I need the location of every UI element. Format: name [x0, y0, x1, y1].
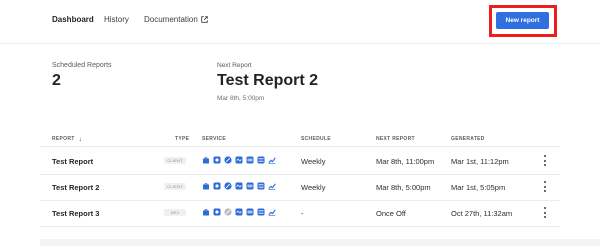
table-row[interactable]: Test Report 3 DEV - Once Off Oct 27th, 11:32…: [40, 200, 560, 226]
report-name[interactable]: Test Report 2: [52, 183, 99, 192]
column-header-schedule: SCHEDULE: [301, 136, 331, 142]
stripe-icon: [246, 156, 254, 164]
next-report-cell: Once Off: [376, 209, 406, 218]
table-row[interactable]: Test Report 2 CLIENT Weekly Mar 8th, 5:00pm…: [40, 174, 560, 200]
column-header-report[interactable]: REPORT ↓: [52, 136, 82, 143]
next-report-label: Next Report: [217, 62, 252, 69]
bars-icon: [257, 182, 265, 190]
report-name[interactable]: Test Report 3: [52, 209, 99, 218]
external-link-icon: [201, 16, 208, 23]
meta-icon: [235, 182, 243, 190]
next-report-date: Mar 8th, 5:00pm: [217, 95, 265, 102]
schedule-cell: Weekly: [301, 157, 326, 166]
row-divider: [40, 226, 560, 227]
type-badge: CLIENT: [164, 157, 186, 164]
type-badge: CLIENT: [164, 183, 186, 190]
shopify-icon: [202, 156, 210, 164]
shopify-icon: [202, 208, 210, 216]
nav-documentation[interactable]: Documentation: [144, 15, 208, 24]
table-row[interactable]: Test Report CLIENT Weekly Mar 8th, 11:00pm M…: [40, 148, 560, 174]
mailchimp-icon: [213, 208, 221, 216]
meta-icon: [235, 156, 243, 164]
trend-icon: [268, 156, 276, 164]
bars-icon: [257, 208, 265, 216]
header-divider: [40, 146, 560, 147]
row-menu-icon[interactable]: [542, 206, 548, 219]
shopify-icon: [202, 182, 210, 190]
blue-circle-icon: [224, 156, 232, 164]
column-header-report-label: REPORT: [52, 136, 75, 142]
service-icons: [202, 208, 276, 217]
next-report-cell: Mar 8th, 11:00pm: [376, 157, 435, 166]
top-nav: Dashboard History Documentation New repo…: [0, 0, 600, 44]
column-header-type: TYPE: [175, 136, 190, 142]
mailchimp-icon: [213, 182, 221, 190]
sort-down-icon: ↓: [78, 136, 82, 143]
service-icons: [202, 156, 276, 165]
schedule-cell: -: [301, 209, 304, 218]
nav-documentation-label: Documentation: [144, 15, 198, 24]
nav-history[interactable]: History: [104, 15, 129, 24]
scheduled-reports-count: 2: [52, 72, 61, 89]
next-report-title[interactable]: Test Report 2: [217, 72, 318, 90]
blue-circle-icon: [224, 182, 232, 190]
stripe-icon: [246, 208, 254, 216]
trend-icon: [268, 182, 276, 190]
next-report-cell: Mar 8th, 5:00pm: [376, 183, 431, 192]
mailchimp-icon: [213, 156, 221, 164]
nav-dashboard[interactable]: Dashboard: [52, 15, 94, 24]
generated-cell: Mar 1st, 11:12pm: [451, 157, 509, 166]
trend-icon: [268, 208, 276, 216]
meta-icon: [235, 208, 243, 216]
footer-bar: [40, 239, 600, 246]
row-menu-icon[interactable]: [542, 154, 548, 167]
scheduled-reports-label: Scheduled Reports: [52, 62, 112, 69]
new-report-button[interactable]: New report: [496, 12, 549, 29]
type-badge: DEV: [164, 209, 186, 216]
report-name[interactable]: Test Report: [52, 157, 93, 166]
service-icons: [202, 182, 276, 191]
generated-cell: Mar 1st, 5:05pm: [451, 183, 506, 192]
column-header-service: SERVICE: [202, 136, 226, 142]
stripe-icon: [246, 182, 254, 190]
generated-cell: Oct 27th, 11:32am: [451, 209, 513, 218]
row-menu-icon[interactable]: [542, 180, 548, 193]
column-header-next-report: NEXT REPORT: [376, 136, 415, 142]
bars-icon: [257, 156, 265, 164]
column-header-generated: GENERATED: [451, 136, 485, 142]
grey-circle-icon: [224, 208, 232, 216]
schedule-cell: Weekly: [301, 183, 326, 192]
